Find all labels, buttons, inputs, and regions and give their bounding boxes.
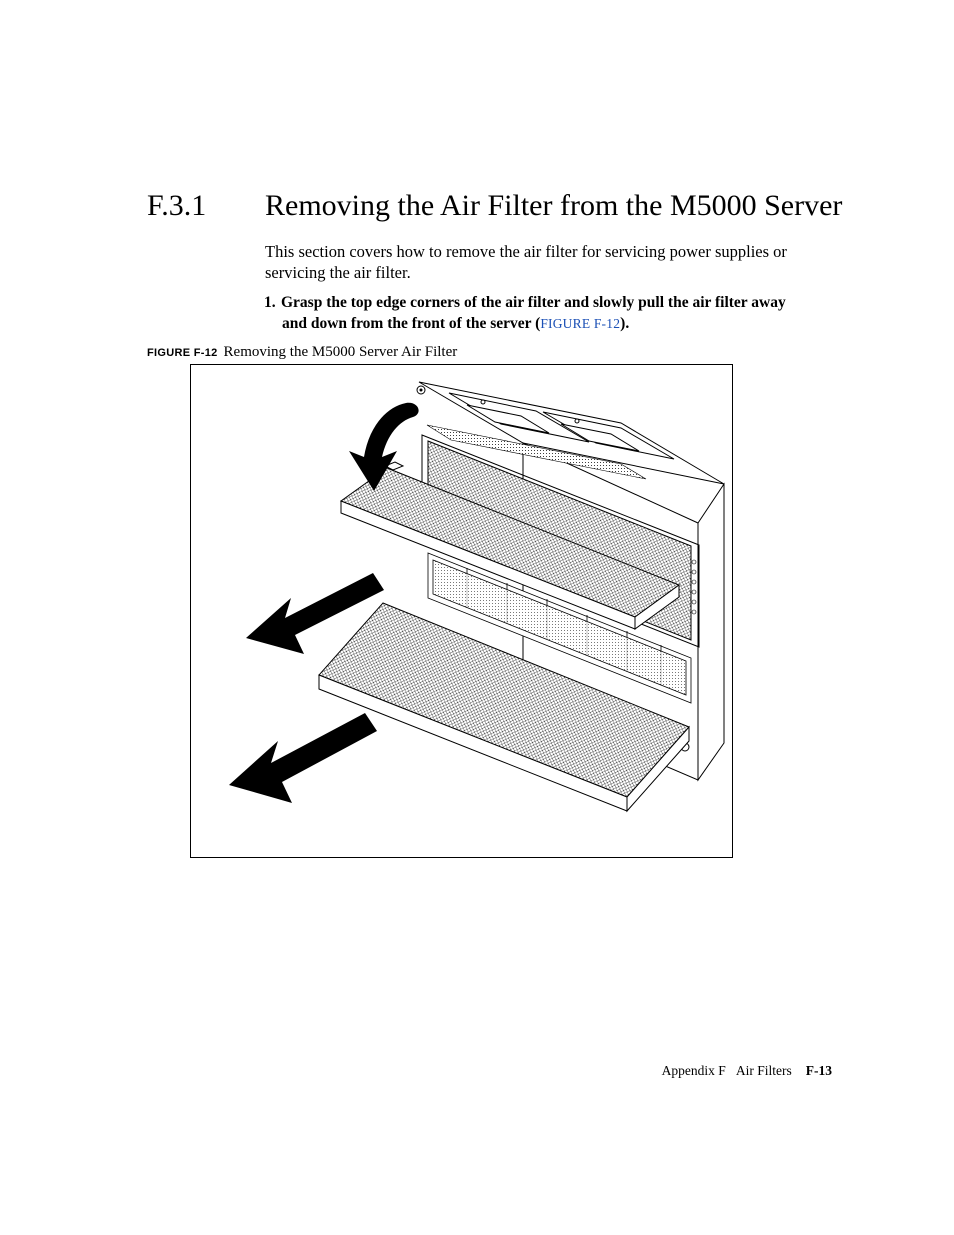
intro-paragraph: This section covers how to remove the ai…: [265, 241, 820, 284]
step-text-line2a: and down from the front of the server (: [282, 315, 540, 332]
figure-label: FIGURE F-12 Removing the M5000 Server Air…: [147, 344, 457, 361]
footer-appendix: Appendix F: [662, 1063, 726, 1078]
footer-page-number: F-13: [806, 1063, 832, 1078]
page: F.3.1 Removing the Air Filter from the M…: [0, 0, 954, 1235]
footer-chapter: Air Filters: [736, 1063, 792, 1078]
figure-reference-link[interactable]: FIGURE F-12: [540, 316, 620, 331]
step-text-line2b: ).: [620, 315, 629, 332]
arrow-left-bottom-icon: [229, 713, 377, 803]
figure-illustration: [190, 364, 733, 858]
figure-label-prefix: FIGURE F-12: [147, 347, 218, 359]
server-air-filter-diagram: [191, 365, 732, 857]
step-text-line1: Grasp the top edge corners of the air fi…: [281, 294, 786, 311]
section-number: F.3.1: [147, 189, 206, 223]
step-1: 1.Grasp the top edge corners of the air …: [265, 293, 825, 335]
figure-caption: Removing the M5000 Server Air Filter: [224, 344, 458, 360]
step-number: 1.: [264, 293, 281, 314]
section-title: Removing the Air Filter from the M5000 S…: [265, 189, 842, 223]
